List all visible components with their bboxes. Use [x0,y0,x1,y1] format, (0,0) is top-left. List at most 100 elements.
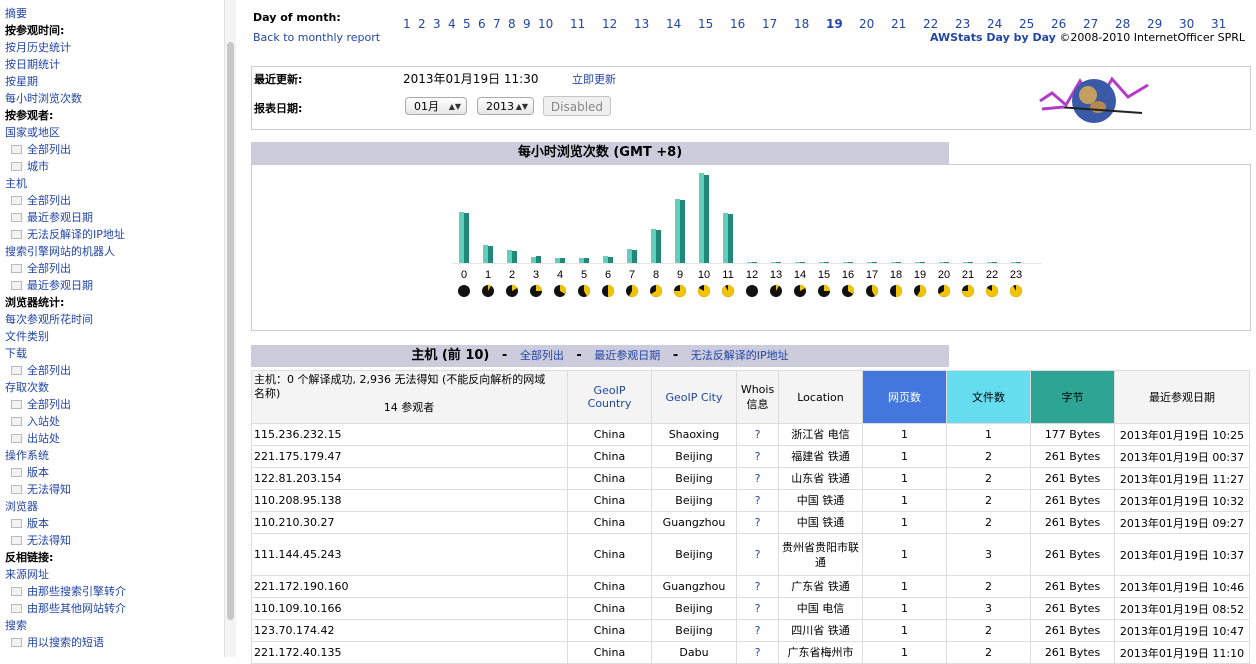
menu-item[interactable]: 每小时浏览次数 [5,92,82,106]
menu-item[interactable]: 入站处 [11,415,60,429]
menu-item[interactable]: 出站处 [11,432,60,446]
year-select[interactable]: 2013 ▲▼ [477,97,534,115]
day-link[interactable]: 20 [859,17,874,31]
day-link[interactable]: 16 [730,17,745,31]
day-link[interactable]: 1 [403,17,411,31]
day-link[interactable]: 12 [602,17,617,31]
cell-whois[interactable]: ? [736,641,779,664]
menu-item[interactable]: 每次参观所花时间 [5,313,93,327]
cell-whois[interactable]: ? [736,445,779,468]
menu-item[interactable]: 全部列出 [11,194,71,208]
day-link[interactable]: 2 [418,17,426,31]
day-link[interactable]: 30 [1179,17,1194,31]
menu-item[interactable]: 来源网址 [5,568,49,582]
day-link[interactable]: 4 [448,17,456,31]
day-link[interactable]: 3 [433,17,441,31]
day-link[interactable]: 28 [1115,17,1130,31]
menu-item[interactable]: 无法得知 [11,483,71,497]
day-link[interactable]: 31 [1211,17,1226,31]
menu-item-label: 全部列出 [27,143,71,156]
menu-item[interactable]: 国家或地区 [5,126,60,140]
back-to-monthly-link[interactable]: Back to monthly report [253,31,380,44]
day-link[interactable]: 19 [826,17,843,31]
day-link[interactable]: 15 [698,17,713,31]
awstats-day-by-day-link[interactable]: AWStats Day by Day [930,31,1056,44]
day-link[interactable]: 26 [1051,17,1066,31]
col-geoip-city-label[interactable]: GeoIP City [666,391,723,404]
menu-item[interactable]: 由那些其他网站转介 [11,602,126,616]
cell-whois[interactable]: ? [736,619,779,642]
menu-scrollbar-thumb[interactable] [227,42,234,620]
cell-whois[interactable]: ? [736,597,779,620]
month-select[interactable]: 01月 ▲▼ [405,97,467,115]
menu-scrollbar[interactable] [224,0,236,657]
menu-item[interactable]: 城市 [11,160,49,174]
menu-item[interactable]: 搜索引擎网站的机器人 [5,245,115,259]
day-link[interactable]: 25 [1019,17,1034,31]
cell-whois[interactable]: ? [736,511,779,534]
menu-item[interactable]: 全部列出 [11,398,71,412]
menu-item[interactable]: 浏览器 [5,500,38,514]
menu-item[interactable]: 存取次数 [5,381,49,395]
menu-item[interactable]: 按月历史统计 [5,41,71,55]
day-link[interactable]: 8 [508,17,516,31]
cell-host: 111.144.45.243 [251,533,568,576]
cell-whois[interactable]: ? [736,575,779,598]
day-link[interactable]: 29 [1147,17,1162,31]
day-link[interactable]: 21 [891,17,906,31]
day-link[interactable]: 10 [538,17,553,31]
menu-item[interactable]: 最近参观日期 [11,211,93,225]
menu-item[interactable]: 无法得知 [11,534,71,548]
day-link[interactable]: 18 [794,17,809,31]
update-now-link[interactable]: 立即更新 [572,71,616,87]
day-link[interactable]: 13 [634,17,649,31]
hosts-all-link[interactable]: 全部列出 [520,349,564,362]
menu-item-label: 城市 [27,160,49,173]
cell-hits: 1 [946,423,1031,446]
day-link[interactable]: 24 [987,17,1002,31]
day-link[interactable]: 27 [1083,17,1098,31]
menu-item[interactable]: 无法反解译的IP地址 [11,228,125,242]
menu-item[interactable]: 主机 [5,177,27,191]
disabled-button[interactable]: Disabled [543,96,611,116]
menu-item[interactable]: 全部列出 [11,364,71,378]
day-link[interactable]: 7 [493,17,501,31]
day-link[interactable]: 9 [523,17,531,31]
day-link[interactable]: 22 [923,17,938,31]
day-link[interactable]: 23 [955,17,970,31]
menu-item[interactable]: 下载 [5,347,27,361]
menu-item[interactable]: 按星期 [5,75,38,89]
col-geoip-country-label[interactable]: GeoIP Country [588,384,632,410]
hour-tick-label: 16 [842,269,854,281]
cell-whois[interactable]: ? [736,533,779,576]
col-geoip-city[interactable]: GeoIP City [651,370,737,424]
menu-item[interactable]: 全部列出 [11,143,71,157]
day-link[interactable]: 6 [478,17,486,31]
menu-item[interactable]: 搜索 [5,619,27,633]
cell-host: 122.81.203.154 [251,467,568,490]
day-link[interactable]: 11 [570,17,585,31]
cell-whois[interactable]: ? [736,467,779,490]
day-link[interactable]: 5 [463,17,471,31]
hosts-unresolved-link[interactable]: 无法反解译的IP地址 [691,349,789,362]
cell-whois[interactable]: ? [736,423,779,446]
menu-item[interactable]: 版本 [11,466,49,480]
menu-item[interactable]: 摘要 [5,7,27,21]
cell-whois[interactable]: ? [736,489,779,512]
menu-item-label: 按星期 [5,75,38,88]
menu-item[interactable]: 最近参观日期 [11,279,93,293]
menu-item[interactable]: 全部列出 [11,262,71,276]
menu-item[interactable]: 文件类别 [5,330,49,344]
hosts-last-visit-link[interactable]: 最近参观日期 [594,349,660,362]
bar-hits-10 [704,175,709,263]
menu-item[interactable]: 用以搜索的短语 [11,636,104,650]
day-link[interactable]: 17 [762,17,777,31]
bar-hits-11 [728,214,733,263]
day-link[interactable]: 14 [666,17,681,31]
col-geoip-country[interactable]: GeoIP Country [567,370,652,424]
cell-country: China [567,533,652,576]
menu-item[interactable]: 由那些搜索引擎转介 [11,585,126,599]
menu-item[interactable]: 版本 [11,517,49,531]
menu-item[interactable]: 操作系统 [5,449,49,463]
menu-item[interactable]: 按日期统计 [5,58,60,72]
